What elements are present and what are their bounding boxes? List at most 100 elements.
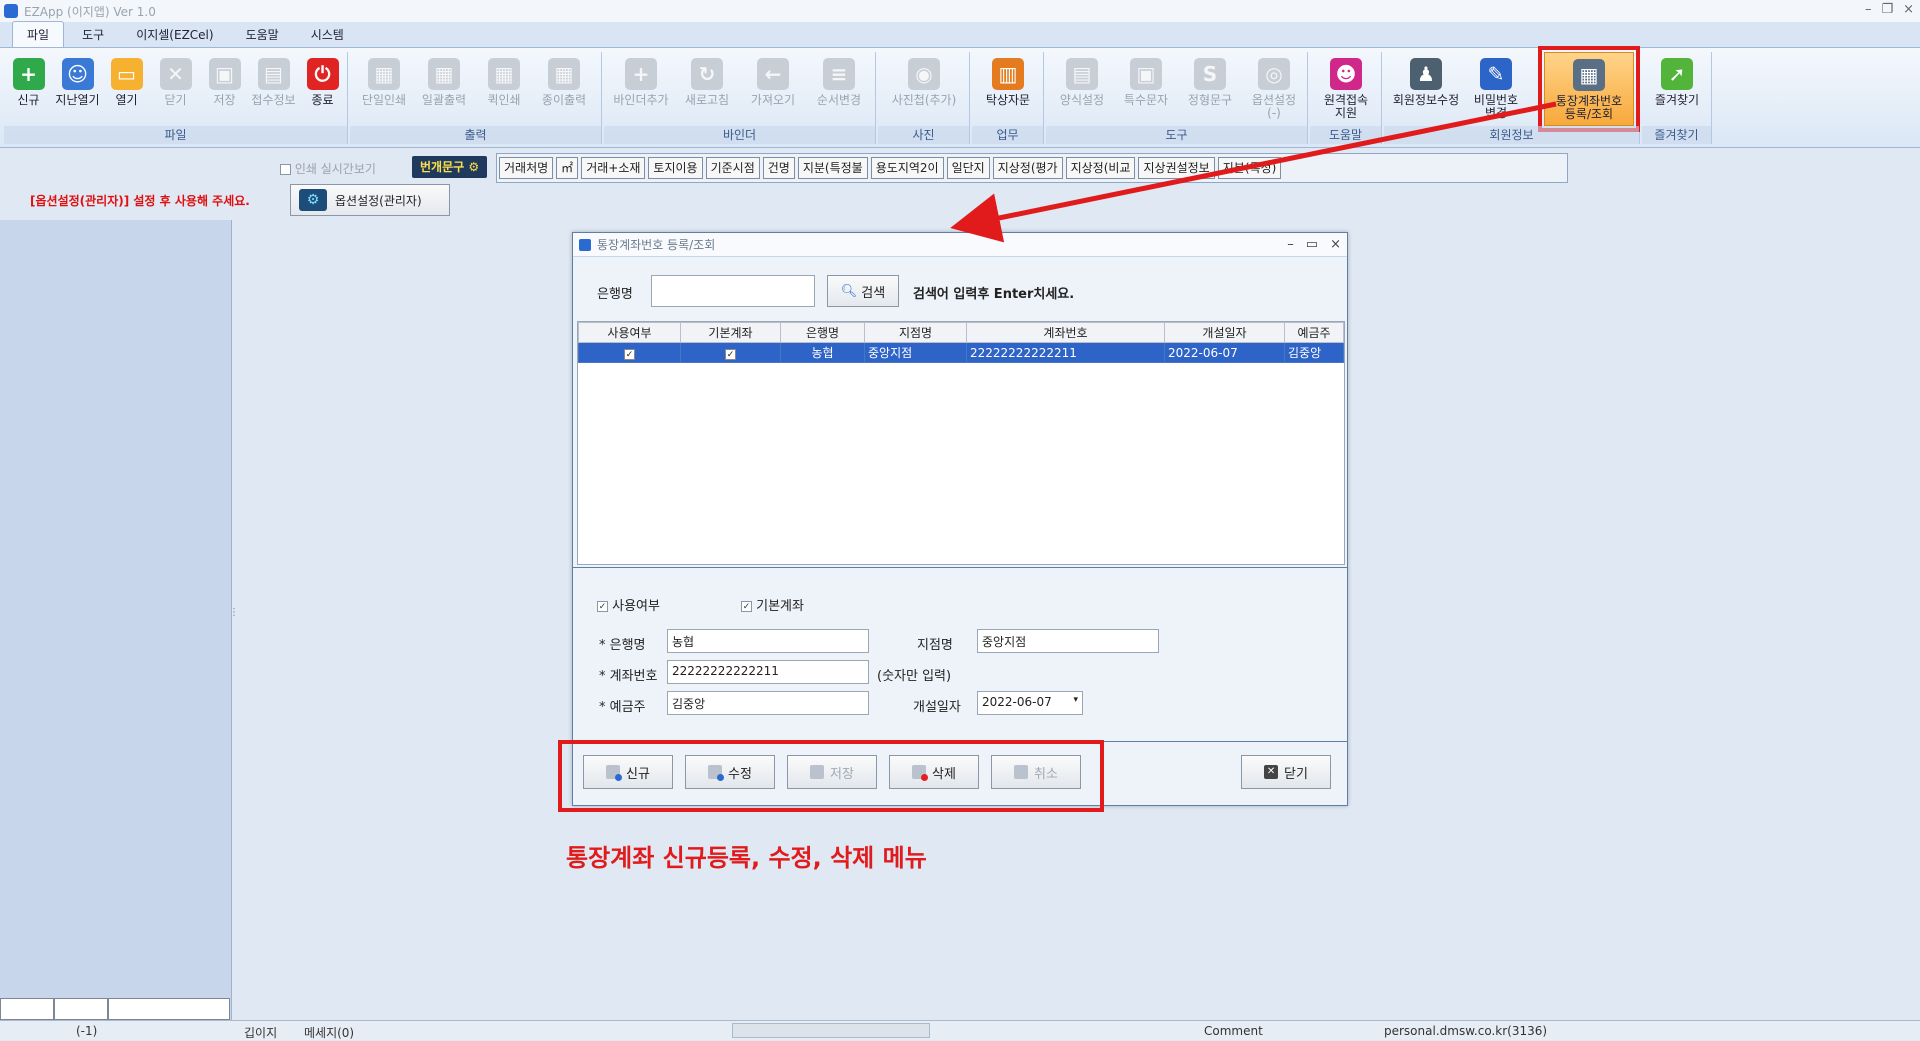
bank-cell[interactable]: 농협	[780, 342, 865, 363]
ribbon-tabs: 파일 도구 이지셀(EZCel) 도움말 시스템	[0, 21, 1920, 48]
bank-input[interactable]: 농협	[667, 629, 869, 653]
close-icon[interactable]: ×	[1330, 237, 1341, 252]
plus-icon: +	[12, 58, 45, 90]
chevron-down-icon[interactable]: ▾	[1073, 695, 1078, 705]
phrase-chip[interactable]: 지분(특정불	[797, 157, 868, 179]
panel-field[interactable]	[0, 998, 54, 1020]
default-toggle[interactable]: ✓ 기본계좌	[741, 595, 804, 614]
branch-cell[interactable]: 중앙지점	[864, 342, 967, 363]
group-file: + 신규 ☺ 지난열기 ▭ 열기 ✕ 닫기 ▣ 저장 ▤ 접수정보 ⏻ 종료 파일	[4, 52, 348, 144]
use-toggle[interactable]: ✓ 사용여부	[597, 595, 660, 614]
option-warning-text: [옵션설정(관리자)] 설정 후 사용해 주세요.	[30, 194, 250, 208]
folder-icon: ▭	[110, 58, 143, 90]
print-preview-toggle[interactable]: 인쇄 실시간보기	[280, 160, 376, 177]
column-header[interactable]: 지점명	[864, 322, 967, 343]
phrase-chip[interactable]: 거래+소재	[581, 157, 646, 179]
phrase-chip[interactable]: 토지이용	[648, 157, 703, 179]
phrase-chip[interactable]: 지상정(평가	[992, 157, 1063, 179]
phrase-chip[interactable]: 지분(특정)	[1217, 157, 1282, 179]
lightning-phrase-button[interactable]: 번개문구 ⚙	[412, 156, 488, 178]
close-dialog-button[interactable]: ✕ 닫기	[1241, 755, 1331, 789]
phrase-chip[interactable]: 지상권설정보	[1138, 157, 1215, 179]
column-header[interactable]: 개설일자	[1164, 322, 1285, 343]
special-chars-button[interactable]: ▣ 특수문자	[1114, 52, 1178, 126]
holder-cell[interactable]: 김중앙	[1284, 342, 1344, 363]
maximize-icon[interactable]: ▭	[1306, 237, 1318, 252]
receipt-info-button[interactable]: ▤ 접수정보	[249, 52, 298, 126]
opened-cell[interactable]: 2022-06-07	[1164, 342, 1285, 363]
group-label: 파일	[4, 126, 347, 144]
tab-ezcel[interactable]: 이지셀(EZCel)	[122, 22, 227, 47]
phrase-chip[interactable]: 지상정(비교	[1065, 157, 1136, 179]
save-button[interactable]: ▣ 저장	[200, 52, 249, 126]
bank-label: * 은행명	[599, 638, 646, 653]
account-input[interactable]: 22222222222211	[667, 660, 869, 684]
fixed-phrase-button[interactable]: S 정형문구	[1178, 52, 1242, 126]
search-button[interactable]: 🔍︎ 검색	[827, 275, 899, 307]
account-cell[interactable]: 22222222222211	[966, 342, 1165, 363]
paper-print-button[interactable]: ▦ 종이출력	[534, 52, 594, 126]
reorder-button[interactable]: ≡ 순서변경	[806, 52, 872, 126]
column-header[interactable]: 은행명	[780, 322, 865, 343]
default-checkbox[interactable]: ✓	[741, 601, 752, 612]
minimize-icon[interactable]: –	[1287, 237, 1294, 252]
form-settings-button[interactable]: ▤ 양식설정	[1050, 52, 1114, 126]
binder-add-icon: +	[625, 58, 657, 90]
default-checkbox[interactable]: ✓	[725, 348, 736, 360]
phrase-chip[interactable]: 용도지역2이	[870, 157, 944, 179]
people-icon: ☺	[61, 58, 94, 90]
password-change-button[interactable]: ✎ 비밀번호 변경	[1464, 52, 1528, 126]
option-settings-button[interactable]: ◎ 옵션설정 (-)	[1242, 52, 1306, 126]
column-header[interactable]: 예금주	[1284, 322, 1344, 343]
import-button[interactable]: ← 가져오기	[740, 52, 806, 126]
refresh-button[interactable]: ↻ 새로고침	[674, 52, 740, 126]
use-checkbox[interactable]: ✓	[597, 601, 608, 612]
holder-input[interactable]: 김중앙	[667, 691, 869, 715]
remote-support-button[interactable]: ☻ 원격접속 지원	[1314, 52, 1378, 126]
print-preview-checkbox[interactable]	[280, 164, 291, 175]
tab-file[interactable]: 파일	[12, 21, 65, 47]
phrase-chip[interactable]: ㎡	[556, 157, 579, 179]
new-button[interactable]: + 신규	[4, 52, 53, 126]
tab-help[interactable]: 도움말	[232, 22, 293, 47]
single-print-button[interactable]: ▦ 단일인쇄	[354, 52, 414, 126]
phrase-chip[interactable]: 일단지	[946, 157, 990, 179]
batch-print-button[interactable]: ▦ 일괄출력	[414, 52, 474, 126]
search-bank-input[interactable]	[651, 275, 815, 307]
bank-account-button[interactable]: ▦ 통장계좌번호 등록/조회	[1538, 46, 1640, 132]
exit-button[interactable]: ⏻ 종료	[298, 52, 347, 126]
phrase-chip[interactable]: 거래처명	[499, 157, 554, 179]
status-page: 깁이지	[244, 1026, 278, 1040]
annotation-box	[558, 740, 1104, 812]
column-header[interactable]: 기본계좌	[680, 322, 781, 343]
option-admin-button[interactable]: ⚙ 옵션설정(관리자)	[290, 184, 450, 216]
phrase-chip[interactable]: 기준시점	[705, 157, 760, 179]
add-binder-button[interactable]: + 바인더추가	[608, 52, 674, 126]
column-header[interactable]: 사용여부	[578, 322, 681, 343]
user-icon: ♟	[1410, 58, 1442, 90]
close-icon[interactable]: ×	[1903, 2, 1914, 17]
tab-system[interactable]: 시스템	[297, 22, 358, 47]
power-icon: ⏻	[306, 58, 339, 90]
opened-date-picker[interactable]: 2022-06-07 ▾	[977, 691, 1083, 715]
phrase-chip[interactable]: 건명	[762, 157, 795, 179]
recent-open-button[interactable]: ☺ 지난열기	[53, 52, 102, 126]
close-doc-button[interactable]: ✕ 닫기	[151, 52, 200, 126]
panel-field[interactable]	[54, 998, 108, 1020]
tab-tools[interactable]: 도구	[68, 22, 118, 47]
branch-input[interactable]: 중앙지점	[977, 629, 1159, 653]
printer-icon: ▦	[368, 58, 400, 90]
minimize-icon[interactable]: –	[1865, 2, 1872, 17]
column-header[interactable]: 계좌번호	[966, 322, 1165, 343]
favorites-button[interactable]: ➚ 즐겨찾기	[1646, 52, 1708, 126]
photo-album-button[interactable]: ◉ 사진첩(추가)	[882, 52, 966, 126]
quick-print-button[interactable]: ▦ 퀵인쇄	[474, 52, 534, 126]
maximize-icon[interactable]: ❐	[1881, 2, 1893, 17]
table-row[interactable]: ✓ ✓ 농협 중앙지점 22222222222211 2022-06-07 김중…	[578, 342, 1344, 363]
member-edit-button[interactable]: ♟ 회원정보수정	[1388, 52, 1464, 126]
use-checkbox[interactable]: ✓	[624, 348, 635, 360]
desk-consult-button[interactable]: ▥ 탁상자문	[976, 52, 1040, 126]
splitter-handle[interactable]: ⋮	[229, 608, 239, 618]
panel-field[interactable]	[108, 998, 230, 1020]
open-button[interactable]: ▭ 열기	[102, 52, 151, 126]
